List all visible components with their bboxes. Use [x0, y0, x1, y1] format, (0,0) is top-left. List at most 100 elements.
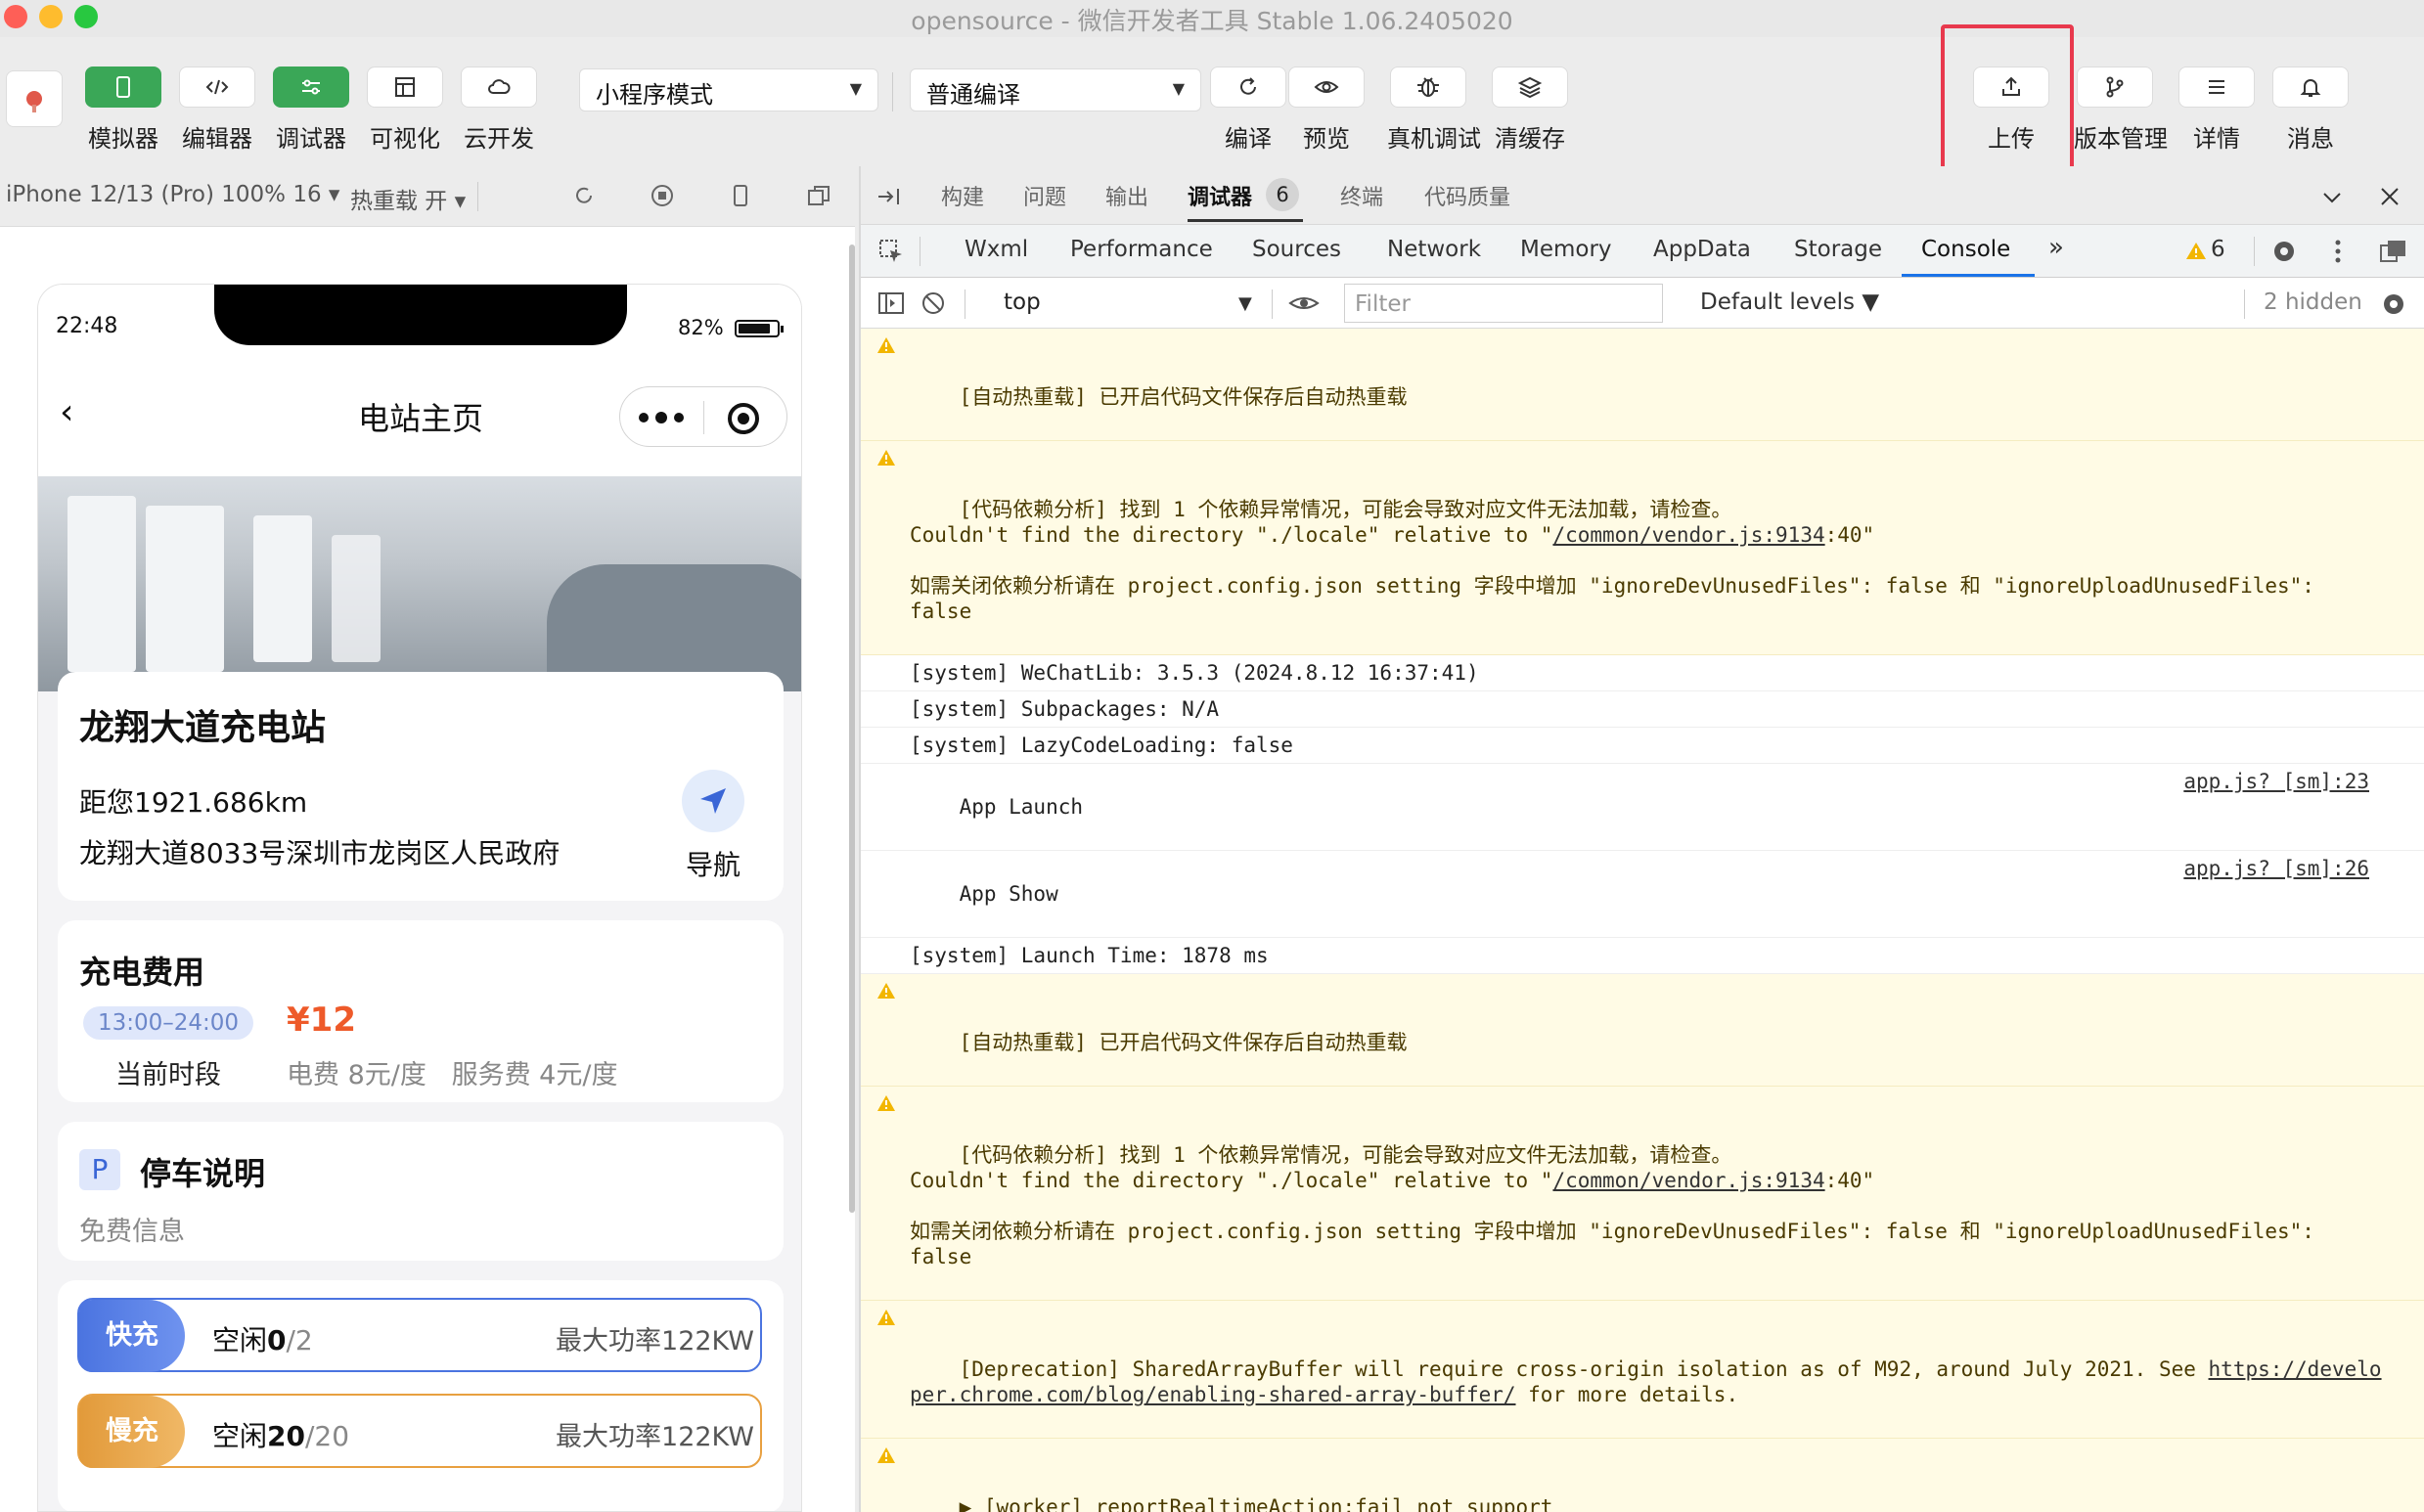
fee-card: 充电费用 13:00–24:00 当前时段 ¥12 电费 8元/度 服务费 4元… — [58, 920, 784, 1102]
context-select[interactable]: top — [1004, 289, 1041, 315]
stop-icon[interactable] — [648, 181, 677, 210]
fee-period-label: 当前时段 — [115, 1060, 221, 1090]
log-levels-select[interactable]: Default levels ▼ — [1700, 289, 1879, 315]
tab-sources[interactable]: Sources — [1252, 237, 1341, 262]
settings-gear-icon[interactable] — [2269, 237, 2299, 266]
tab-network[interactable]: Network — [1387, 237, 1481, 262]
chevron-down-icon[interactable] — [2318, 186, 2346, 209]
undock-icon[interactable] — [2377, 237, 2410, 266]
charger-image — [146, 506, 224, 672]
mode-select[interactable]: 小程序模式 ▼ — [579, 68, 878, 111]
clear-console-icon[interactable] — [920, 289, 947, 317]
layers-icon — [1517, 76, 1543, 99]
clear-cache-button[interactable]: 清缓存 — [1489, 67, 1571, 154]
source-link[interactable]: app.js? [sm]:26 — [2183, 856, 2369, 881]
toolbar-divider — [892, 72, 893, 111]
tab-memory[interactable]: Memory — [1520, 237, 1612, 262]
parking-subtitle: 免费信息 — [79, 1217, 185, 1247]
cloud-icon — [488, 79, 511, 94]
source-link[interactable]: app.js? [sm]:23 — [2183, 769, 2369, 794]
slow-charge-row[interactable]: 慢充 空闲20/20 最大功率122KW — [77, 1394, 762, 1468]
more-icon[interactable] — [634, 403, 689, 432]
warning-icon — [2186, 243, 2206, 259]
details-button[interactable]: 详情 — [2176, 67, 2258, 154]
warning-icon — [877, 983, 895, 999]
version-management-button[interactable]: 版本管理 — [2074, 67, 2168, 154]
bell-icon — [2300, 79, 2321, 97]
tab-build[interactable]: 构建 — [941, 180, 984, 211]
device-select[interactable]: iPhone 12/13 (Pro) 100% 16 ▾ — [6, 182, 339, 207]
navigate-button[interactable] — [682, 770, 744, 832]
console-filter-bar: top ▼ Filter Default levels ▼ 2 hidden — [861, 278, 2424, 329]
hot-reload-select[interactable]: 热重载 开 ▾ — [350, 182, 466, 215]
dock-arrow-icon[interactable] — [875, 184, 904, 209]
layout-icon — [395, 77, 415, 97]
source-link[interactable]: /common/vendor.js:9134 — [1552, 523, 1824, 547]
simulator-bar: iPhone 12/13 (Pro) 100% 16 ▾ 热重载 开 ▾ — [0, 166, 855, 227]
debugger-count-badge: 6 — [1266, 178, 1299, 211]
tab-wxml[interactable]: Wxml — [965, 237, 1028, 262]
tab-code-quality[interactable]: 代码质量 — [1424, 180, 1510, 211]
eye-icon[interactable] — [1287, 291, 1321, 315]
remote-debug-button[interactable]: 真机调试 — [1387, 67, 1481, 154]
messages-button[interactable]: 消息 — [2269, 67, 2352, 154]
eye-icon — [1314, 81, 1339, 93]
filter-divider — [2244, 289, 2245, 319]
tab-debugger[interactable]: 调试器 — [1188, 180, 1252, 211]
fast-charge-availability: 空闲0/2 — [212, 1324, 313, 1356]
filter-divider — [1272, 289, 1273, 319]
preview-button[interactable]: 预览 — [1285, 67, 1368, 154]
caret-down-icon[interactable]: ▼ — [1238, 293, 1252, 314]
console-output[interactable]: [自动热重载] 已开启代码文件保存后自动热重载 [代码依赖分析] 找到 1 个依… — [861, 329, 2424, 1512]
simulator-scrollbar[interactable] — [849, 245, 855, 1213]
station-card: 龙翔大道充电站 距您1921.686km 龙翔大道8033号深圳市龙岗区人民政府… — [58, 672, 784, 901]
console-settings-gear-icon[interactable] — [2379, 289, 2408, 319]
hidden-count: 2 hidden — [2264, 289, 2362, 315]
tab-storage[interactable]: Storage — [1794, 237, 1882, 262]
source-link[interactable]: /common/vendor.js:9134 — [1552, 1169, 1824, 1192]
compile-button[interactable]: 编译 — [1207, 67, 1289, 154]
phone-icon[interactable] — [726, 181, 755, 210]
simulator-toggle[interactable]: 模拟器 — [82, 67, 164, 154]
debugger-toggle[interactable]: 调试器 — [270, 67, 352, 154]
phone-simulator: 22:48 82% ‹ 电站主页 龙翔大道充电站 距您1921.686km 龙翔… — [37, 284, 802, 1512]
close-icon[interactable] — [2377, 184, 2402, 209]
rotate-icon[interactable] — [569, 181, 599, 210]
station-photo — [38, 476, 801, 691]
warning-icon — [877, 1447, 895, 1463]
cloud-dev-toggle[interactable]: 云开发 — [458, 67, 540, 154]
fee-price: ¥12 — [287, 1001, 356, 1040]
fast-charge-row[interactable]: 快充 空闲0/2 最大功率122KW — [77, 1298, 762, 1372]
tab-console[interactable]: Console — [1921, 237, 2010, 262]
parking-card: P 停车说明 免费信息 — [58, 1122, 784, 1261]
kebab-menu-icon[interactable] — [2328, 237, 2348, 266]
fast-charge-power: 最大功率122KW — [556, 1326, 754, 1356]
sidebar-toggle-icon[interactable] — [876, 289, 906, 317]
close-capsule-icon[interactable] — [726, 401, 761, 436]
caret-down-icon: ▼ — [849, 79, 862, 98]
tab-appdata[interactable]: AppData — [1653, 237, 1751, 262]
console-log-entry: [system] Subpackages: N/A — [861, 691, 2424, 728]
visualize-toggle[interactable]: 可视化 — [364, 67, 446, 154]
phone-icon — [116, 76, 130, 98]
tab-issues[interactable]: 问题 — [1023, 180, 1066, 211]
warning-count[interactable]: 6 — [2211, 237, 2225, 262]
warning-icon — [877, 450, 895, 466]
avatar[interactable] — [6, 70, 63, 127]
console-log-entry[interactable]: ▶ [worker] reportRealtimeAction:fail not… — [861, 1439, 2424, 1512]
filter-input[interactable]: Filter — [1344, 284, 1663, 323]
devtools-top-tabs: 构建 问题 输出 调试器 6 终端 代码质量 — [861, 166, 2424, 225]
tab-terminal[interactable]: 终端 — [1340, 180, 1383, 211]
popout-icon[interactable] — [804, 181, 833, 210]
devtools-panel-tabs: Wxml Performance Sources Network Memory … — [861, 225, 2424, 278]
console-log-entry: App Launch app.js? [sm]:23 — [861, 764, 2424, 851]
navigate-label[interactable]: 导航 — [682, 844, 744, 883]
tab-output[interactable]: 输出 — [1105, 180, 1148, 211]
console-log-entry: [system] WeChatLib: 3.5.3 (2024.8.12 16:… — [861, 655, 2424, 691]
console-log-entry: [自动热重载] 已开启代码文件保存后自动热重载 — [861, 974, 2424, 1087]
inspect-element-icon[interactable] — [876, 237, 906, 266]
compile-mode-select[interactable]: 普通编译 ▼ — [910, 68, 1201, 111]
tab-performance[interactable]: Performance — [1070, 237, 1213, 262]
editor-toggle[interactable]: 编辑器 — [176, 67, 258, 154]
more-tabs-icon[interactable]: » — [2048, 233, 2064, 262]
